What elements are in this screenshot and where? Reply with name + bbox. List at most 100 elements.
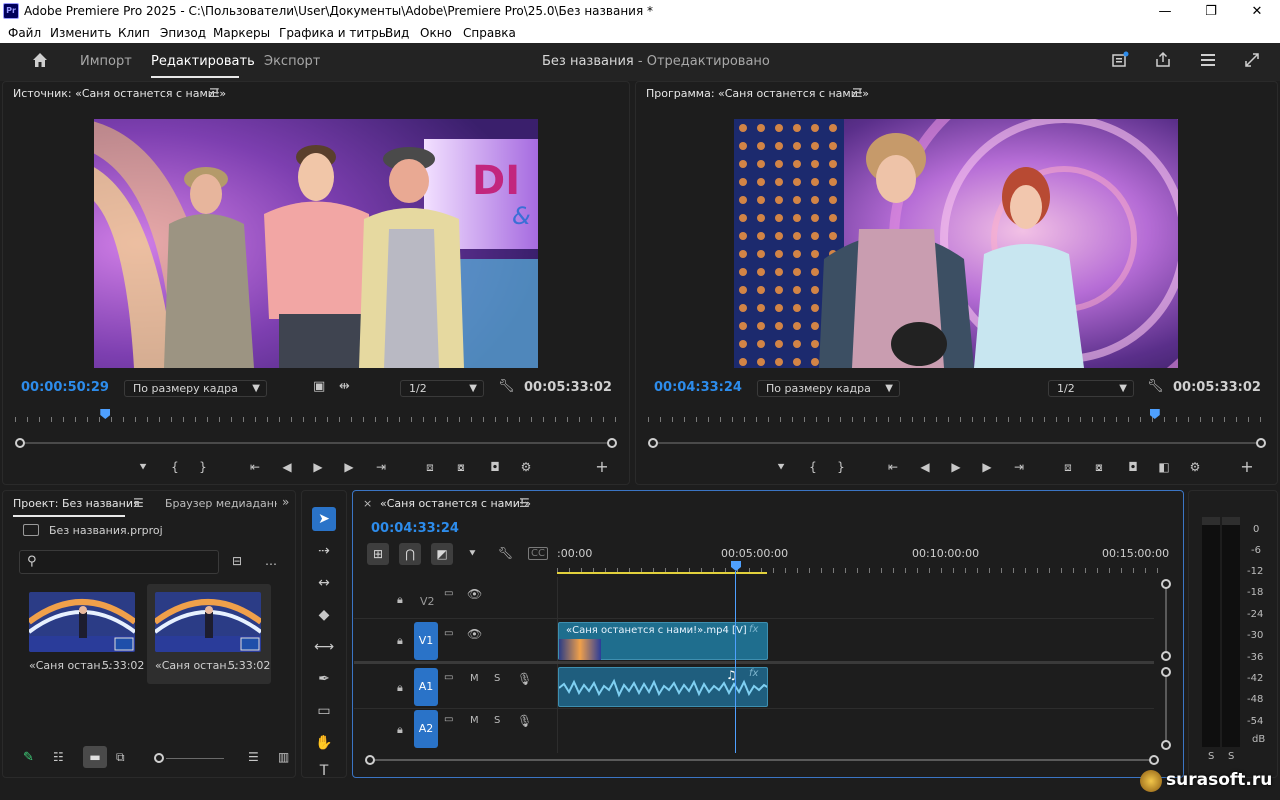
project-tab[interactable]: Проект: Без названия xyxy=(13,497,140,510)
mute-button[interactable]: M xyxy=(470,715,479,726)
freeform-view-icon[interactable]: ⧉ xyxy=(116,750,125,765)
menu-view[interactable]: Вид xyxy=(385,26,409,40)
camera-icon[interactable]: ◘ xyxy=(485,459,505,475)
lock-icon[interactable]: 🔒︎ xyxy=(397,634,403,648)
video-clip[interactable]: «Саня останется с нами!».mp4 [V] fx xyxy=(558,622,768,660)
minimize-button[interactable]: — xyxy=(1142,0,1188,23)
program-panel-menu-icon[interactable]: ☰ xyxy=(852,86,863,100)
track-select-tool-icon[interactable]: ⇢ xyxy=(312,539,336,563)
share-icon[interactable] xyxy=(1152,51,1174,73)
ripple-edit-tool-icon[interactable]: ↔ xyxy=(312,571,336,595)
pencil-icon[interactable]: ✎ xyxy=(23,750,34,765)
export-frame-icon[interactable]: ▣ xyxy=(313,379,325,394)
pen-tool-icon[interactable]: ✒ xyxy=(312,667,336,691)
slip-tool-icon[interactable]: ⟷ xyxy=(312,635,336,659)
lock-icon[interactable]: 🔒︎ xyxy=(397,593,403,607)
timeline-ruler[interactable]: :00:00 00:05:00:00 00:10:00:00 00:15:00:… xyxy=(557,547,1169,577)
step-forward-icon[interactable]: ▶ xyxy=(339,459,359,475)
quick-view-icon[interactable] xyxy=(1109,51,1131,73)
tab-edit[interactable]: Редактировать xyxy=(151,54,255,69)
play-icon[interactable]: ▶ xyxy=(308,459,328,475)
selection-tool-icon[interactable]: ➤ xyxy=(312,507,336,531)
menu-graphics[interactable]: Графика и титры xyxy=(279,26,388,40)
program-time-ruler[interactable] xyxy=(648,410,1266,422)
settings-icon[interactable]: ⚙ xyxy=(1185,459,1205,475)
camera-icon[interactable]: ◘ xyxy=(1123,459,1143,475)
scroll-handle-top[interactable] xyxy=(1161,667,1171,677)
close-sequence-icon[interactable]: × xyxy=(363,497,372,510)
extract-icon[interactable]: ⧇ xyxy=(1089,459,1109,475)
step-forward-icon[interactable]: ▶ xyxy=(977,459,997,475)
more-options-icon[interactable]: … xyxy=(265,554,277,568)
tab-import[interactable]: Импорт xyxy=(80,54,132,69)
close-window-button[interactable]: ✕ xyxy=(1234,0,1280,23)
program-video-frame[interactable] xyxy=(734,119,1178,368)
source-video-frame[interactable]: DI & xyxy=(94,119,538,368)
project-item-selected[interactable]: «Саня остан... 5:33:02 xyxy=(147,584,271,684)
scroll-handle-bottom[interactable] xyxy=(1161,651,1171,661)
add-button-icon[interactable]: + xyxy=(592,459,612,475)
menu-markers[interactable]: Маркеры xyxy=(213,26,270,40)
maximize-button[interactable]: ❐ xyxy=(1188,0,1234,23)
go-to-out-icon[interactable]: ⇥ xyxy=(1009,459,1029,475)
hscroll-handle-left[interactable] xyxy=(365,755,375,765)
mark-out-icon[interactable]: } xyxy=(193,459,213,475)
play-icon[interactable]: ▶ xyxy=(946,459,966,475)
track-target-a1[interactable]: A1 xyxy=(414,668,438,706)
add-marker-icon[interactable]: ⯆ xyxy=(133,459,153,475)
source-resolution-dropdown[interactable]: 1/2 ▼ xyxy=(400,380,484,397)
source-monitor-title[interactable]: Источник: «Саня останется с нами!» xyxy=(13,87,226,100)
razor-tool-icon[interactable]: ◆ xyxy=(312,603,336,627)
lock-icon[interactable]: 🔒︎ xyxy=(397,681,403,695)
thumbnail-size-slider-knob[interactable] xyxy=(154,753,164,763)
go-to-in-icon[interactable]: ⇤ xyxy=(883,459,903,475)
track-target-a2[interactable]: A2 xyxy=(414,710,438,748)
sort-icon[interactable]: ☰ xyxy=(248,750,259,764)
timeline-horizontal-scrollbar[interactable] xyxy=(373,759,1155,761)
timeline-timecode[interactable]: 00:04:33:24 xyxy=(371,521,459,536)
lock-icon[interactable]: 🔒︎ xyxy=(397,723,403,737)
comparison-view-icon[interactable]: ◧ xyxy=(1154,459,1174,475)
add-marker-icon[interactable]: ⯆ xyxy=(468,547,477,561)
solo-button[interactable]: S xyxy=(494,673,500,684)
audio-track-scrollbar[interactable] xyxy=(1165,673,1167,741)
icon-view-button[interactable]: ▬ xyxy=(83,746,107,768)
source-zoom-start-handle[interactable] xyxy=(15,438,25,448)
scroll-handle-top[interactable] xyxy=(1161,579,1171,589)
sequence-tab[interactable]: «Саня останется с нами!» xyxy=(380,497,531,510)
mark-out-icon[interactable]: } xyxy=(831,459,851,475)
workspaces-icon[interactable] xyxy=(1197,51,1219,73)
mute-button[interactable]: M xyxy=(470,673,479,684)
scroll-handle-bottom[interactable] xyxy=(1161,740,1171,750)
lift-icon[interactable]: ⧈ xyxy=(1058,459,1078,475)
linked-selection-icon[interactable]: ◩ xyxy=(431,543,453,565)
source-timecode[interactable]: 00:00:50:29 xyxy=(21,380,109,395)
list-view-icon[interactable]: ☷ xyxy=(53,750,64,764)
settings-arrows-icon[interactable]: ⇹ xyxy=(339,379,350,394)
thumbnail-size-slider[interactable] xyxy=(166,758,224,759)
step-back-icon[interactable]: ◀ xyxy=(277,459,297,475)
insert-icon[interactable]: ⧈ xyxy=(420,459,440,475)
wrench-icon[interactable]: 🔧︎ xyxy=(498,379,515,394)
eye-icon[interactable]: 👁︎ xyxy=(467,627,482,641)
fx-badge[interactable]: fx xyxy=(749,668,758,679)
track-label-v2[interactable]: V2 xyxy=(420,595,435,608)
add-marker-icon[interactable]: ⯆ xyxy=(771,459,791,475)
hscroll-handle-right[interactable] xyxy=(1149,755,1159,765)
captions-icon[interactable]: CC xyxy=(528,547,548,560)
project-search-input[interactable]: ⚲ xyxy=(19,550,219,574)
snap-icon[interactable]: ⋂ xyxy=(399,543,421,565)
program-monitor-title[interactable]: Программа: «Саня останется с нами!» xyxy=(646,87,869,100)
go-to-in-icon[interactable]: ⇤ xyxy=(245,459,265,475)
sync-lock-icon[interactable]: ▭ xyxy=(444,714,453,725)
microphone-icon[interactable]: 🎙︎ xyxy=(517,714,532,728)
go-to-out-icon[interactable]: ⇥ xyxy=(371,459,391,475)
program-zoom-start-handle[interactable] xyxy=(648,438,658,448)
more-panels-icon[interactable]: » xyxy=(282,495,289,509)
mark-in-icon[interactable]: { xyxy=(803,459,823,475)
sync-lock-icon[interactable]: ▭ xyxy=(444,628,453,639)
program-zoom-dropdown[interactable]: По размеру кадра ▼ xyxy=(757,380,900,397)
fx-badge[interactable]: fx xyxy=(749,624,758,635)
menu-clip[interactable]: Клип xyxy=(118,26,150,40)
menu-sequence[interactable]: Эпизод xyxy=(160,26,206,40)
